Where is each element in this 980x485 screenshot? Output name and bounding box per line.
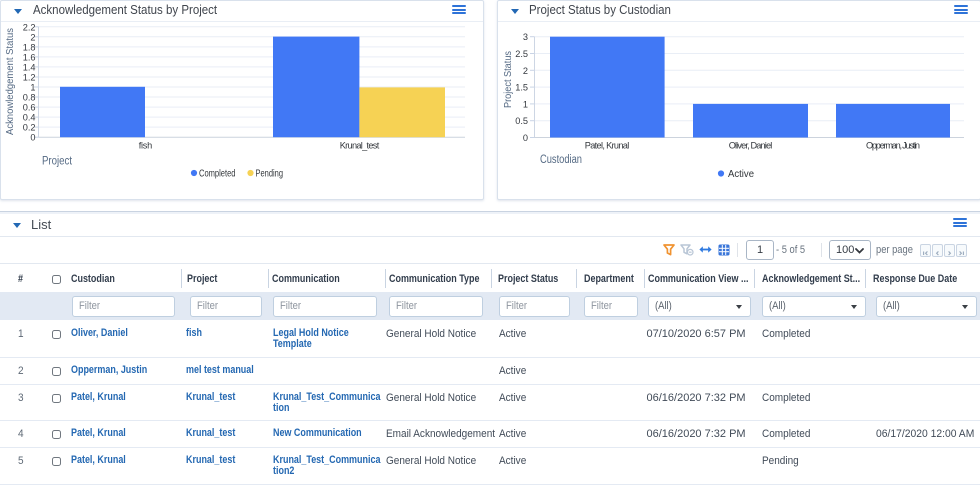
svg-text:Oliver, Daniel: Oliver, Daniel	[729, 141, 773, 151]
svg-text:Patel, Krunal: Patel, Krunal	[585, 141, 630, 151]
svg-text:Acknowledgement Status: Acknowledgement Status	[4, 28, 16, 135]
svg-text:2: 2	[523, 66, 528, 76]
svg-text:0.5: 0.5	[515, 116, 528, 126]
svg-text:Project: Project	[42, 156, 73, 168]
svg-text:0.6: 0.6	[23, 103, 36, 113]
svg-text:2: 2	[30, 32, 35, 42]
svg-text:1: 1	[523, 99, 528, 109]
svg-text:Project Status: Project Status	[502, 51, 514, 108]
svg-text:1.4: 1.4	[23, 62, 36, 72]
svg-text:0.4: 0.4	[23, 113, 36, 123]
svg-text:3: 3	[523, 32, 528, 42]
svg-text:Custodian: Custodian	[540, 154, 582, 166]
svg-text:0: 0	[523, 133, 528, 143]
svg-text:1.6: 1.6	[23, 52, 36, 62]
svg-text:0.2: 0.2	[23, 123, 36, 133]
svg-text:Krunal_test: Krunal_test	[340, 141, 380, 151]
svg-text:Completed: Completed	[199, 169, 236, 180]
svg-text:Pending: Pending	[256, 169, 284, 180]
svg-text:2.2: 2.2	[23, 22, 36, 32]
svg-text:1.2: 1.2	[23, 73, 36, 83]
svg-text:1.8: 1.8	[23, 42, 36, 52]
svg-text:1: 1	[30, 83, 35, 93]
svg-text:fish: fish	[139, 141, 153, 151]
svg-text:1.5: 1.5	[515, 83, 528, 93]
svg-text:0: 0	[30, 133, 35, 143]
svg-text:Active: Active	[728, 169, 754, 180]
svg-text:Opperman, Justin: Opperman, Justin	[866, 141, 920, 151]
svg-text:0.8: 0.8	[23, 93, 36, 103]
svg-text:2.5: 2.5	[515, 49, 528, 59]
